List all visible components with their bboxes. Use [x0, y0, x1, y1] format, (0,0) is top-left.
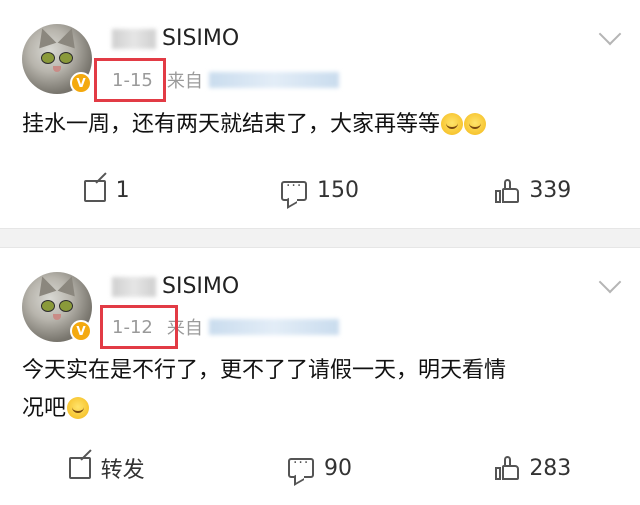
- comment-icon: [280, 178, 307, 201]
- like-icon: [495, 456, 520, 480]
- repost-icon: [68, 457, 91, 479]
- avatar-ear: [33, 273, 57, 297]
- username-redacted: [112, 276, 156, 297]
- date-highlight-box: [100, 305, 178, 349]
- repost-button[interactable]: 1: [0, 178, 213, 203]
- like-icon: [495, 178, 520, 203]
- avatar-ear: [57, 25, 81, 49]
- avatar-eye: [41, 300, 55, 312]
- like-count: 339: [529, 178, 572, 203]
- source-prefix: 来自: [166, 71, 203, 92]
- username[interactable]: SISIMO: [112, 274, 239, 299]
- repost-label: 转发: [100, 458, 145, 483]
- action-bar: 转发 90 283: [0, 452, 640, 484]
- avatar-eye: [41, 52, 55, 64]
- action-bar: 1 150 339: [0, 178, 640, 203]
- laugh-cry-emoji: [67, 397, 90, 419]
- avatar-eye: [59, 300, 73, 312]
- avatar-nose: [53, 314, 61, 320]
- username-redacted: [112, 28, 156, 49]
- repost-icon: [83, 179, 106, 202]
- date-highlight-box: [94, 58, 166, 102]
- post-text-content: 挂水一周，还有两天就结束了，大家再等等: [22, 112, 441, 137]
- post-text-line: 况吧: [22, 390, 622, 428]
- chevron-down-icon[interactable]: [598, 22, 622, 46]
- source-redacted[interactable]: [208, 319, 339, 335]
- avatar-eye: [59, 52, 73, 64]
- post-text: 挂水一周，还有两天就结束了，大家再等等: [22, 106, 487, 144]
- comment-count: 150: [316, 178, 359, 203]
- repost-count: 1: [115, 178, 130, 203]
- username-suffix: SISIMO: [162, 274, 240, 299]
- avatar-ear: [33, 25, 57, 49]
- post-card: V SISIMO 1-15 来自 挂水一周，还有两天就结束了，大家再等等 1 1…: [0, 0, 640, 228]
- post-text-line: 今天实在是不行了，更不了了请假一天，明天看情: [22, 358, 507, 383]
- post-text: 今天实在是不行了，更不了了请假一天，明天看情 况吧: [22, 352, 622, 428]
- like-button[interactable]: 339: [427, 178, 640, 203]
- comment-button[interactable]: 90: [213, 452, 426, 484]
- like-button[interactable]: 283: [427, 452, 640, 484]
- laugh-cry-emoji: [464, 113, 487, 135]
- comment-icon: [287, 455, 314, 478]
- username-suffix: SISIMO: [162, 26, 240, 51]
- repost-button[interactable]: 转发: [0, 452, 213, 484]
- laugh-cry-emoji: [441, 113, 464, 135]
- verified-badge: V: [70, 72, 92, 94]
- verified-badge: V: [70, 320, 92, 342]
- feed-separator: [0, 228, 640, 248]
- avatar-ear: [57, 273, 81, 297]
- post-text-content: 况吧: [22, 396, 67, 421]
- source-redacted[interactable]: [208, 72, 339, 88]
- comment-button[interactable]: 150: [213, 178, 426, 203]
- like-count: 283: [529, 455, 572, 481]
- chevron-down-icon[interactable]: [598, 270, 622, 294]
- post-card: V SISIMO 1-12 来自 今天实在是不行了，更不了了请假一天，明天看情 …: [0, 248, 640, 505]
- username[interactable]: SISIMO: [112, 26, 239, 51]
- avatar-nose: [53, 66, 61, 72]
- comment-count: 90: [323, 455, 352, 481]
